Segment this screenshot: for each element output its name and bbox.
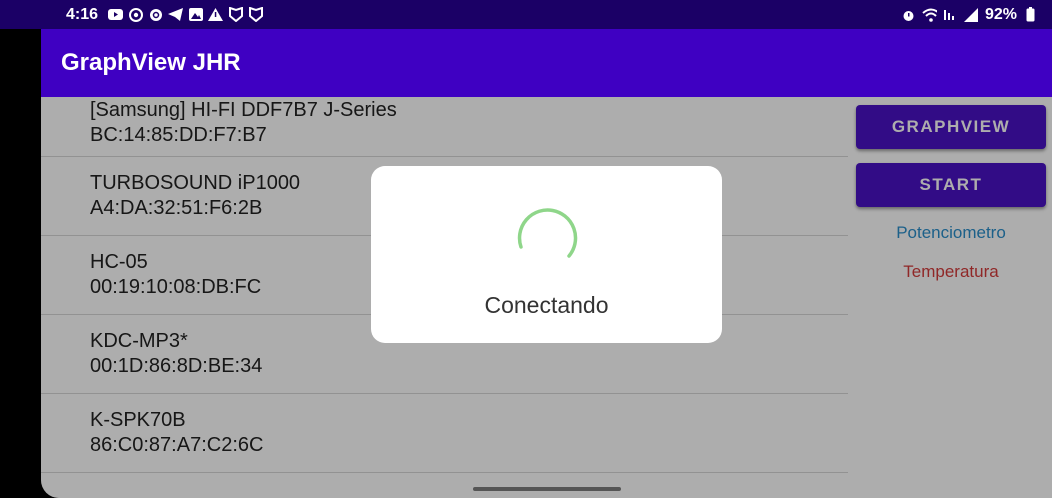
gallery-icon: [188, 7, 203, 22]
alarm-icon: [901, 7, 916, 22]
alert-icon: [208, 7, 224, 22]
navigation-handle[interactable]: [473, 487, 621, 491]
signal-icon: [964, 7, 979, 22]
youtube-icon: [108, 7, 124, 22]
wifi-icon: [922, 7, 937, 22]
battery-percent: 92%: [984, 5, 1017, 23]
status-bar: 4:16 92%: [0, 0, 1052, 29]
status-time: 4:16: [66, 5, 99, 23]
chrome-icon: [128, 7, 143, 22]
battery-icon: [1023, 7, 1038, 22]
system-status: 92%: [901, 6, 1038, 24]
loading-spinner-icon: [517, 208, 577, 258]
progress-dialog: Conectando: [371, 166, 722, 343]
app-bar: GraphView JHR: [41, 29, 1052, 97]
notification-icons: [108, 7, 263, 22]
dialog-message: Conectando: [484, 292, 609, 318]
threads-icon: [148, 7, 163, 22]
shield-icon: [228, 7, 243, 22]
app-title: GraphView JHR: [61, 49, 241, 76]
telegram-icon: [168, 7, 184, 22]
volte-icon: [943, 7, 958, 22]
shield-icon: [248, 7, 263, 22]
